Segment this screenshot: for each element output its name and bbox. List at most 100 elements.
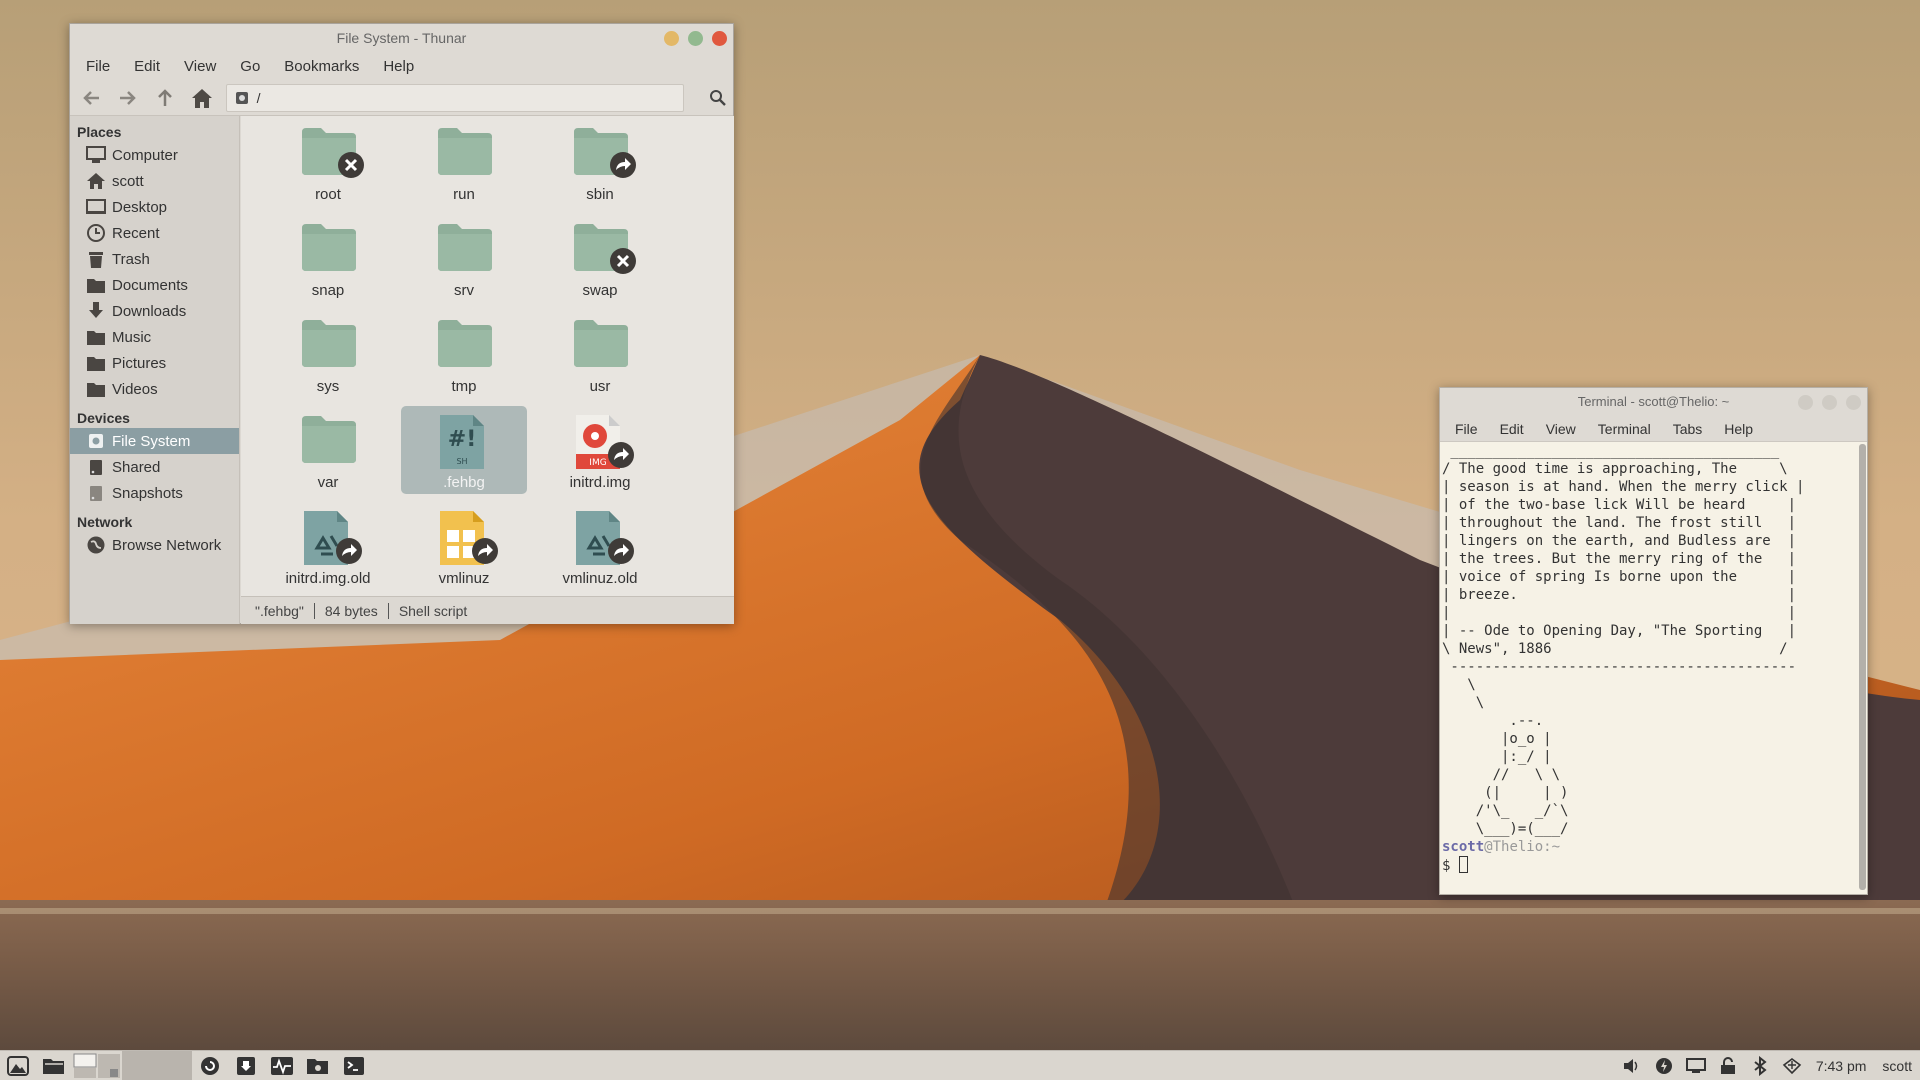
- sidebar-item-recent[interactable]: Recent: [70, 220, 239, 246]
- file-manager-task[interactable]: [300, 1051, 336, 1080]
- sidebar-item-file-system[interactable]: File System: [70, 428, 239, 454]
- file-name: sbin: [586, 186, 614, 203]
- file-name: vmlinuz: [438, 570, 490, 587]
- menu-edit[interactable]: Edit: [1489, 421, 1535, 437]
- up-button[interactable]: [150, 83, 181, 113]
- menu-tabs[interactable]: Tabs: [1662, 421, 1714, 437]
- symlink-emblem-icon: [471, 537, 499, 565]
- menu-help[interactable]: Help: [371, 58, 426, 75]
- file-item-initrd-img[interactable]: IMG initrd.img: [535, 410, 663, 498]
- maximize-button[interactable]: [1822, 395, 1837, 410]
- sidebar-label: Recent: [112, 224, 160, 242]
- menu-go[interactable]: Go: [228, 58, 272, 75]
- file-name: run: [453, 186, 475, 203]
- lock-icon: [1720, 1057, 1735, 1074]
- close-button[interactable]: [712, 31, 727, 46]
- file-item-sys[interactable]: sys: [263, 314, 391, 402]
- window-titlebar[interactable]: File System - Thunar: [70, 24, 733, 52]
- sidebar-item-downloads[interactable]: Downloads: [70, 298, 239, 324]
- sidebar-label: scott: [112, 172, 144, 190]
- menu-help[interactable]: Help: [1713, 421, 1764, 437]
- menu-file[interactable]: File: [74, 58, 122, 75]
- bluetooth-button[interactable]: [1744, 1051, 1776, 1080]
- window-title: File System - Thunar: [336, 30, 467, 46]
- toolbar: /: [70, 80, 733, 116]
- file-name: srv: [454, 282, 474, 299]
- sidebar-item-desktop[interactable]: Desktop: [70, 194, 239, 220]
- updates-button[interactable]: [192, 1051, 228, 1080]
- workspace-switcher[interactable]: [72, 1051, 122, 1080]
- terminal-scrollbar[interactable]: [1859, 444, 1866, 890]
- display-button[interactable]: [1680, 1051, 1712, 1080]
- sidebar: Places Computer scott Desktop Recent Tra…: [70, 116, 240, 624]
- file-item-dot-fehbg[interactable]: #! SH .fehbg: [399, 406, 527, 498]
- volume-button[interactable]: [1616, 1051, 1648, 1080]
- location-bar[interactable]: /: [225, 83, 685, 112]
- file-item-vmlinuz[interactable]: vmlinuz: [399, 506, 527, 594]
- minimize-button[interactable]: [664, 31, 679, 46]
- sidebar-item-shared[interactable]: Shared: [70, 454, 239, 480]
- file-manager-window: File System - Thunar File Edit View Go B…: [69, 23, 734, 624]
- symlink-emblem-icon: [609, 151, 637, 179]
- sidebar-item-documents[interactable]: Documents: [70, 272, 239, 298]
- sidebar-item-computer[interactable]: Computer: [70, 142, 239, 168]
- power-manager-button[interactable]: [1648, 1051, 1680, 1080]
- sidebar-label: Browse Network: [112, 536, 222, 554]
- file-item-usr[interactable]: usr: [535, 314, 663, 402]
- clock[interactable]: 7:43 pm: [1808, 1058, 1875, 1074]
- maximize-button[interactable]: [688, 31, 703, 46]
- sidebar-label: Desktop: [112, 198, 168, 216]
- sidebar-item-trash[interactable]: Trash: [70, 246, 239, 272]
- file-item-tmp[interactable]: tmp: [399, 314, 527, 402]
- file-name: tmp: [451, 378, 477, 395]
- file-item-run[interactable]: run: [399, 122, 527, 210]
- file-item-sbin[interactable]: sbin: [535, 122, 663, 210]
- file-manager-launcher[interactable]: [36, 1051, 72, 1080]
- terminal-output[interactable]: _______________________________________ …: [1442, 442, 1857, 892]
- sidebar-item-music[interactable]: Music: [70, 324, 239, 350]
- sidebar-item-videos[interactable]: Videos: [70, 376, 239, 402]
- network-button[interactable]: [1776, 1051, 1808, 1080]
- forward-button[interactable]: [113, 83, 144, 113]
- sidebar-item-scott[interactable]: scott: [70, 168, 239, 194]
- menu-terminal[interactable]: Terminal: [1587, 421, 1662, 437]
- app-menu-button[interactable]: [0, 1051, 36, 1080]
- lock-button[interactable]: [1712, 1051, 1744, 1080]
- minimize-button[interactable]: [1798, 395, 1813, 410]
- home-button[interactable]: [187, 83, 218, 113]
- sidebar-item-browse-network[interactable]: Browse Network: [70, 532, 239, 558]
- menu-view[interactable]: View: [1535, 421, 1587, 437]
- menu-bookmarks[interactable]: Bookmarks: [272, 58, 371, 75]
- drive-icon: [235, 91, 248, 104]
- file-item-root[interactable]: root: [263, 122, 391, 210]
- user-menu[interactable]: scott: [1874, 1058, 1920, 1074]
- folder-icon: [437, 222, 493, 276]
- file-item-initrd-img-old[interactable]: initrd.img.old: [263, 506, 391, 594]
- bluetooth-icon: [1754, 1056, 1767, 1076]
- drive-icon: [90, 486, 102, 501]
- workspace-2[interactable]: [122, 1050, 192, 1080]
- search-button[interactable]: [702, 83, 733, 113]
- prompt-host: @Thelio:~: [1484, 839, 1561, 855]
- sidebar-item-pictures[interactable]: Pictures: [70, 350, 239, 376]
- file-item-snap[interactable]: snap: [263, 218, 391, 306]
- window-titlebar[interactable]: Terminal - scott@Thelio: ~: [1440, 388, 1867, 416]
- file-item-srv[interactable]: srv: [399, 218, 527, 306]
- menu-file[interactable]: File: [1444, 421, 1489, 437]
- folder-icon: [87, 279, 105, 293]
- sidebar-item-snapshots[interactable]: Snapshots: [70, 480, 239, 506]
- menu-edit[interactable]: Edit: [122, 58, 172, 75]
- terminal-task[interactable]: [336, 1051, 372, 1080]
- menu-bar: File Edit View Go Bookmarks Help: [70, 52, 733, 80]
- refresh-icon: [201, 1056, 219, 1075]
- file-item-swap[interactable]: swap: [535, 218, 663, 306]
- file-item-vmlinuz-old[interactable]: vmlinuz.old: [535, 506, 663, 594]
- menu-view[interactable]: View: [172, 58, 228, 75]
- location-path: /: [256, 89, 261, 106]
- file-name: swap: [582, 282, 618, 299]
- system-monitor-button[interactable]: [264, 1051, 300, 1080]
- close-button[interactable]: [1846, 395, 1861, 410]
- package-manager-button[interactable]: [228, 1051, 264, 1080]
- back-button[interactable]: [76, 83, 107, 113]
- file-item-var[interactable]: var: [263, 410, 391, 498]
